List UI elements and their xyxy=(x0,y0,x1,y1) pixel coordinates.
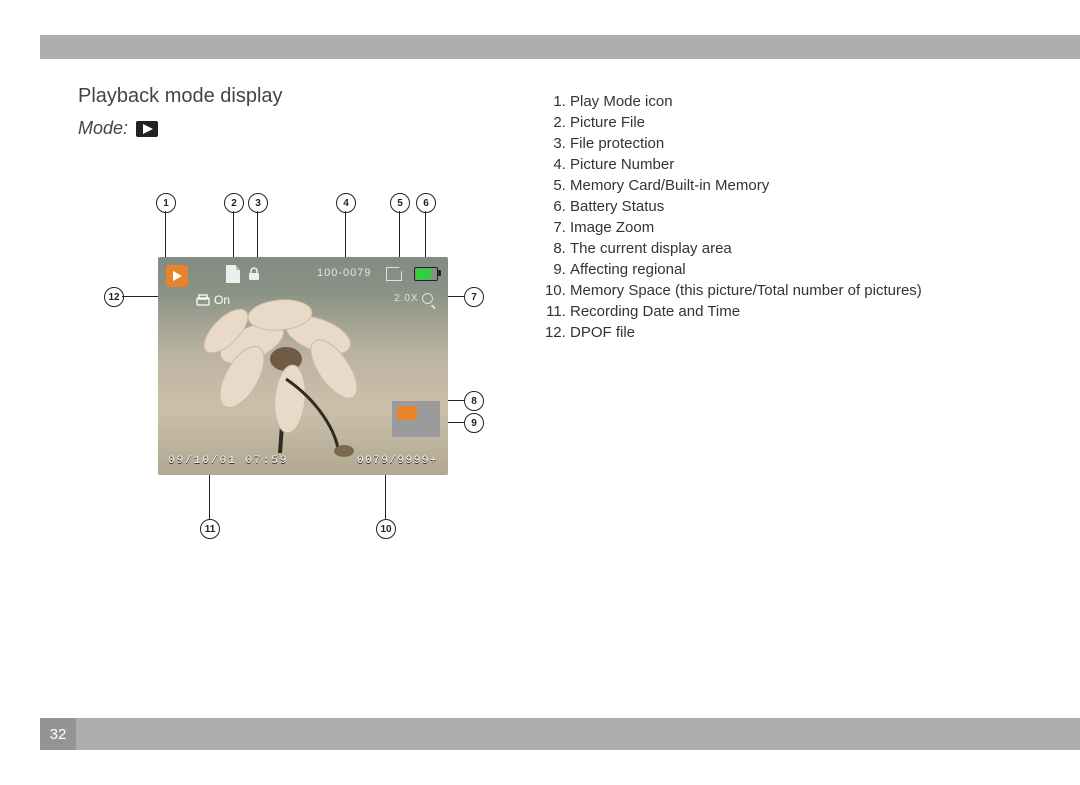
lead-10 xyxy=(385,475,386,519)
callout-7: 7 xyxy=(464,287,484,307)
left-column: Playback mode display Mode: 1 2 3 4 5 6 … xyxy=(78,85,498,547)
legend-item: Play Mode icon xyxy=(570,91,1030,112)
bottom-bar xyxy=(40,718,1080,750)
legend-item: Affecting regional xyxy=(570,259,1030,280)
memory-card-icon xyxy=(386,267,402,281)
right-column: Play Mode icon Picture File File protect… xyxy=(546,85,1030,547)
recording-datetime-text: 09/10/01 07:59 xyxy=(168,455,288,467)
memory-space-text: 0079/9999+ xyxy=(357,455,438,467)
callout-2: 2 xyxy=(224,193,244,213)
legend-item: Picture Number xyxy=(570,154,1030,175)
image-zoom-text: 2.0X xyxy=(394,293,433,304)
legend-list: Play Mode icon Picture File File protect… xyxy=(546,91,1030,343)
legend-item: File protection xyxy=(570,133,1030,154)
current-display-area xyxy=(392,401,440,437)
callout-6: 6 xyxy=(416,193,436,213)
callout-1: 1 xyxy=(156,193,176,213)
lead-11 xyxy=(209,475,210,519)
playback-diagram: 1 2 3 4 5 6 7 8 9 10 11 12 xyxy=(98,187,478,547)
callout-8: 8 xyxy=(464,391,484,411)
camera-screen: 100-0079 On 2.0X 09/10/01 07:59 xyxy=(158,257,448,475)
file-protection-icon xyxy=(248,267,260,281)
battery-status-icon xyxy=(414,267,438,281)
picture-number-text: 100-0079 xyxy=(317,267,372,279)
legend-item: DPOF file xyxy=(570,322,1030,343)
callout-11: 11 xyxy=(200,519,220,539)
section-title: Playback mode display xyxy=(78,85,498,108)
legend-item: Memory Space (this picture/Total number … xyxy=(570,280,1030,301)
legend-item: Battery Status xyxy=(570,196,1030,217)
legend-item: Picture File xyxy=(570,112,1030,133)
legend-item: Memory Card/Built-in Memory xyxy=(570,175,1030,196)
flower-illustration xyxy=(164,285,414,465)
callout-9: 9 xyxy=(464,413,484,433)
legend-item: Image Zoom xyxy=(570,217,1030,238)
picture-file-icon xyxy=(226,265,240,283)
dpof-icon: On xyxy=(196,293,230,307)
play-mode-icon xyxy=(166,265,188,287)
callout-4: 4 xyxy=(336,193,356,213)
affecting-regional-box xyxy=(397,406,417,420)
top-bar xyxy=(40,35,1080,59)
content-area: Playback mode display Mode: 1 2 3 4 5 6 … xyxy=(78,85,1030,547)
callout-10: 10 xyxy=(376,519,396,539)
mode-line: Mode: xyxy=(78,118,498,139)
playback-mode-icon xyxy=(136,121,158,137)
legend-item: The current display area xyxy=(570,238,1030,259)
callout-3: 3 xyxy=(248,193,268,213)
mode-label: Mode: xyxy=(78,118,128,139)
page-number: 32 xyxy=(40,718,76,750)
legend-item: Recording Date and Time xyxy=(570,301,1030,322)
callout-12: 12 xyxy=(104,287,124,307)
dpof-label: On xyxy=(214,293,230,307)
callout-5: 5 xyxy=(390,193,410,213)
